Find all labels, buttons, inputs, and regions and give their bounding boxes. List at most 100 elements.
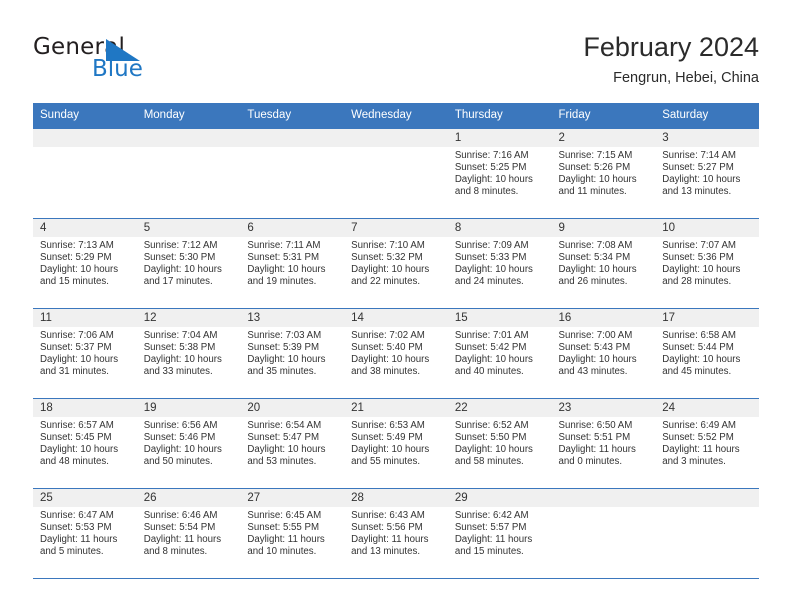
calendar-day-cell[interactable]: 26 Sunrise: 6:46 AM Sunset: 5:54 PM Dayligh… — [136, 488, 241, 579]
day-daylight-line: Daylight: 11 hours — [351, 534, 429, 546]
day-daylight-line: and 38 minutes. — [351, 366, 421, 378]
day-number: 6 — [240, 219, 345, 237]
calendar-day-cell[interactable]: 1 Sunrise: 7:16 AM Sunset: 5:25 PM Daylight… — [447, 128, 552, 219]
day-number: 22 — [447, 399, 552, 417]
day-number: 11 — [33, 309, 137, 327]
day-daylight-line: and 19 minutes. — [247, 276, 317, 288]
calendar-day-cell[interactable]: 8 Sunrise: 7:09 AM Sunset: 5:33 PM Daylight… — [447, 218, 552, 309]
day-daylight-line: and 50 minutes. — [143, 456, 213, 468]
calendar-day-cell[interactable]: 23 Sunrise: 6:50 AM Sunset: 5:51 PM Dayligh… — [551, 398, 656, 489]
calendar-day-cell[interactable]: 5 Sunrise: 7:12 AM Sunset: 5:30 PM Daylight… — [136, 218, 241, 309]
calendar-day-cell[interactable]: 19 Sunrise: 6:56 AM Sunset: 5:46 PM Dayligh… — [136, 398, 241, 489]
day-daylight-line: Daylight: 10 hours — [454, 264, 533, 276]
calendar-day-cell[interactable]: 13 Sunrise: 7:03 AM Sunset: 5:39 PM Dayligh… — [240, 308, 345, 399]
calendar-day-cell[interactable]: 28 Sunrise: 6:43 AM Sunset: 5:56 PM Dayligh… — [344, 488, 448, 579]
weekday-header-sunday: Sunday — [33, 103, 137, 129]
day-sunrise-line: Sunrise: 6:43 AM — [351, 510, 425, 521]
day-details: Sunrise: 6:43 AM Sunset: 5:56 PM Daylight:… — [344, 507, 448, 558]
day-details: Sunrise: 7:07 AM Sunset: 5:36 PM Daylight:… — [655, 237, 759, 288]
day-details: Sunrise: 6:57 AM Sunset: 5:45 PM Daylight:… — [33, 417, 137, 468]
calendar-day-cell[interactable]: 29 Sunrise: 6:42 AM Sunset: 5:57 PM Dayligh… — [447, 488, 552, 579]
calendar-day-cell[interactable]: 16 Sunrise: 7:00 AM Sunset: 5:43 PM Dayligh… — [551, 308, 656, 399]
day-daylight-line: and 17 minutes. — [143, 276, 213, 288]
day-daylight-line: Daylight: 10 hours — [662, 174, 741, 186]
day-daylight-line: and 26 minutes. — [558, 276, 628, 288]
brand-logo[interactable]: General Blue — [33, 34, 213, 90]
day-details: Sunrise: 6:58 AM Sunset: 5:44 PM Daylight:… — [655, 327, 759, 378]
calendar-day-cell[interactable]: 2 Sunrise: 7:15 AM Sunset: 5:26 PM Daylight… — [551, 128, 656, 219]
calendar-day-cell[interactable]: 6 Sunrise: 7:11 AM Sunset: 5:31 PM Daylight… — [240, 218, 345, 309]
day-sunset-line: Sunset: 5:43 PM — [558, 342, 631, 354]
day-number — [240, 129, 345, 147]
day-daylight-line: and 13 minutes. — [662, 186, 732, 198]
weekday-header-monday: Monday — [136, 103, 241, 129]
day-daylight-line: and 5 minutes. — [40, 546, 104, 558]
day-daylight-line: and 43 minutes. — [558, 366, 628, 378]
day-details: Sunrise: 6:42 AM Sunset: 5:57 PM Daylight:… — [448, 507, 552, 558]
calendar-day-cell[interactable]: 11 Sunrise: 7:06 AM Sunset: 5:37 PM Dayligh… — [33, 308, 137, 399]
calendar-day-cell-empty — [551, 488, 656, 579]
calendar-day-cell[interactable]: 9 Sunrise: 7:08 AM Sunset: 5:34 PM Daylight… — [551, 218, 656, 309]
day-sunset-line: Sunset: 5:29 PM — [40, 252, 112, 264]
day-sunset-line: Sunset: 5:33 PM — [454, 252, 527, 264]
day-daylight-line: and 55 minutes. — [351, 456, 421, 468]
day-daylight-line: Daylight: 10 hours — [662, 354, 741, 366]
weekday-header-tuesday: Tuesday — [240, 103, 345, 129]
day-number: 19 — [136, 399, 241, 417]
calendar-day-cell[interactable]: 18 Sunrise: 6:57 AM Sunset: 5:45 PM Dayligh… — [33, 398, 137, 489]
calendar-day-cell[interactable]: 12 Sunrise: 7:04 AM Sunset: 5:38 PM Dayligh… — [136, 308, 241, 399]
day-daylight-line: and 8 minutes. — [143, 546, 208, 558]
day-details: Sunrise: 7:16 AM Sunset: 5:25 PM Daylight:… — [448, 147, 552, 198]
calendar-day-cell[interactable]: 24 Sunrise: 6:49 AM Sunset: 5:52 PM Dayligh… — [655, 398, 759, 489]
day-sunrise-line: Sunrise: 7:11 AM — [247, 240, 321, 251]
day-daylight-line: and 13 minutes. — [351, 546, 421, 558]
day-daylight-line: and 22 minutes. — [351, 276, 421, 288]
day-number — [551, 489, 656, 507]
day-sunrise-line: Sunrise: 7:06 AM — [40, 330, 114, 341]
day-details: Sunrise: 7:11 AM Sunset: 5:31 PM Daylight:… — [240, 237, 344, 288]
calendar-day-cell[interactable]: 17 Sunrise: 6:58 AM Sunset: 5:44 PM Dayligh… — [655, 308, 759, 399]
day-details: Sunrise: 7:08 AM Sunset: 5:34 PM Daylight:… — [552, 237, 656, 288]
day-daylight-line: Daylight: 10 hours — [454, 354, 533, 366]
day-details: Sunrise: 7:02 AM Sunset: 5:40 PM Daylight:… — [344, 327, 448, 378]
day-number — [344, 129, 448, 147]
calendar-day-cell[interactable]: 27 Sunrise: 6:45 AM Sunset: 5:55 PM Dayligh… — [240, 488, 345, 579]
day-sunset-line: Sunset: 5:45 PM — [40, 432, 112, 444]
calendar-table: Sunday Monday Tuesday Wednesday Thursday… — [33, 103, 759, 579]
day-daylight-line: Daylight: 10 hours — [247, 354, 326, 366]
calendar-day-cell[interactable]: 14 Sunrise: 7:02 AM Sunset: 5:40 PM Dayligh… — [344, 308, 448, 399]
day-sunset-line: Sunset: 5:51 PM — [558, 432, 631, 444]
calendar-day-cell[interactable]: 15 Sunrise: 7:01 AM Sunset: 5:42 PM Dayligh… — [447, 308, 552, 399]
calendar-day-cell[interactable]: 21 Sunrise: 6:53 AM Sunset: 5:49 PM Dayligh… — [344, 398, 448, 489]
calendar-day-cell[interactable]: 10 Sunrise: 7:07 AM Sunset: 5:36 PM Dayligh… — [655, 218, 759, 309]
calendar-day-cell[interactable]: 25 Sunrise: 6:47 AM Sunset: 5:53 PM Dayligh… — [33, 488, 137, 579]
location-subtitle: Fengrun, Hebei, China — [613, 70, 759, 86]
day-number: 8 — [447, 219, 552, 237]
day-daylight-line: Daylight: 10 hours — [40, 444, 119, 456]
calendar-day-cell[interactable]: 20 Sunrise: 6:54 AM Sunset: 5:47 PM Dayligh… — [240, 398, 345, 489]
day-number — [655, 489, 759, 507]
day-daylight-line: Daylight: 10 hours — [143, 444, 222, 456]
day-sunrise-line: Sunrise: 7:03 AM — [247, 330, 322, 341]
calendar-day-cell[interactable]: 4 Sunrise: 7:13 AM Sunset: 5:29 PM Daylight… — [33, 218, 137, 309]
day-number: 26 — [136, 489, 241, 507]
day-sunset-line: Sunset: 5:55 PM — [247, 522, 320, 534]
day-sunset-line: Sunset: 5:25 PM — [454, 162, 527, 174]
day-number: 16 — [551, 309, 656, 327]
day-number: 29 — [447, 489, 552, 507]
day-sunrise-line: Sunrise: 7:14 AM — [662, 150, 736, 161]
day-number: 18 — [33, 399, 137, 417]
page-title: February 2024 — [583, 32, 759, 62]
day-sunrise-line: Sunrise: 7:12 AM — [143, 240, 218, 251]
day-details: Sunrise: 7:04 AM Sunset: 5:38 PM Daylight:… — [137, 327, 241, 378]
calendar-day-cell[interactable]: 7 Sunrise: 7:10 AM Sunset: 5:32 PM Daylight… — [344, 218, 448, 309]
calendar-day-cell[interactable]: 3 Sunrise: 7:14 AM Sunset: 5:27 PM Daylight… — [655, 128, 759, 219]
day-sunrise-line: Sunrise: 7:01 AM — [454, 330, 529, 341]
day-number: 7 — [344, 219, 448, 237]
day-details: Sunrise: 6:50 AM Sunset: 5:51 PM Daylight:… — [552, 417, 656, 468]
day-sunrise-line: Sunrise: 6:50 AM — [558, 420, 633, 431]
day-details: Sunrise: 6:46 AM Sunset: 5:54 PM Daylight:… — [137, 507, 241, 558]
day-details: Sunrise: 7:10 AM Sunset: 5:32 PM Daylight:… — [344, 237, 448, 288]
calendar-day-cell[interactable]: 22 Sunrise: 6:52 AM Sunset: 5:50 PM Dayligh… — [447, 398, 552, 489]
day-sunrise-line: Sunrise: 7:13 AM — [40, 240, 114, 251]
